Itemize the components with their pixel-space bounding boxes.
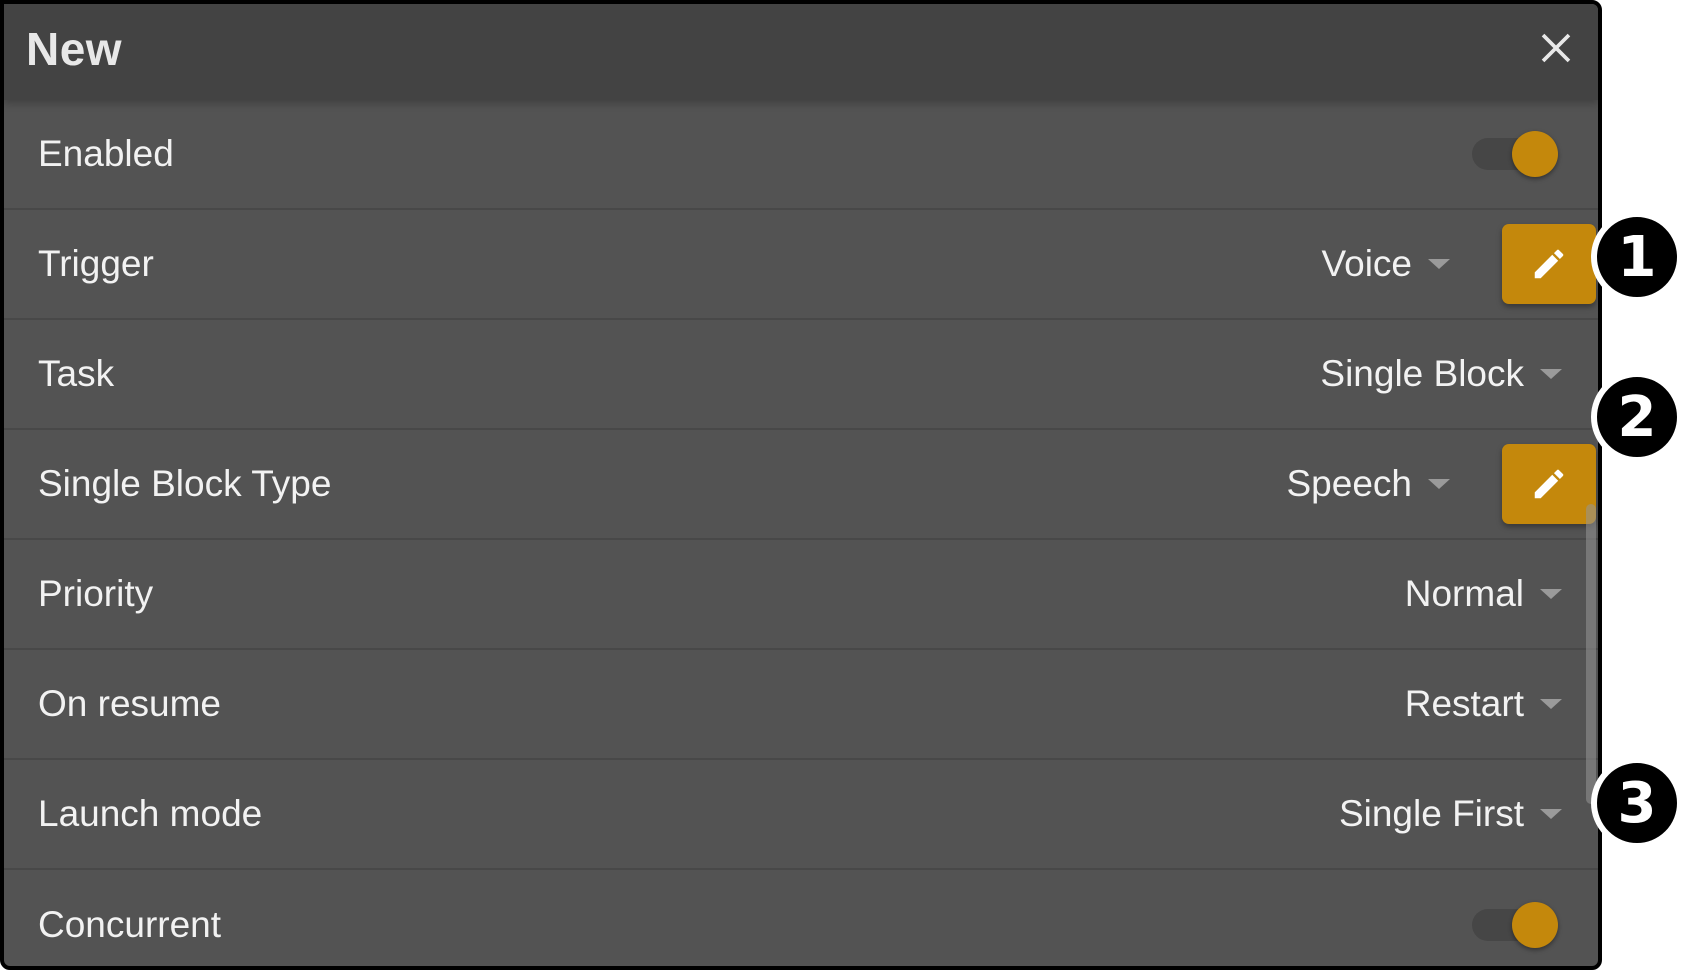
close-icon: [1541, 33, 1571, 63]
on-resume-value: Restart: [1404, 683, 1524, 724]
dialog-header: New: [4, 4, 1598, 100]
row-trigger: Trigger Voice: [4, 210, 1598, 320]
dropdown-arrow-icon: [1540, 369, 1562, 379]
row-priority: Priority Normal: [4, 540, 1598, 650]
trigger-label: Trigger: [38, 243, 154, 284]
callout-1: 1: [1591, 211, 1683, 303]
callout-3: 3: [1591, 757, 1683, 849]
trigger-select[interactable]: Voice: [1321, 243, 1450, 285]
launch-mode-select[interactable]: Single First: [1339, 793, 1562, 835]
priority-select[interactable]: Normal: [1405, 573, 1562, 615]
task-value: Single Block: [1320, 353, 1524, 394]
pencil-icon: [1534, 469, 1564, 499]
task-label: Task: [38, 353, 115, 394]
concurrent-label: Concurrent: [38, 904, 222, 945]
row-on-resume: On resume Restart: [4, 650, 1598, 760]
pencil-icon: [1534, 249, 1564, 279]
dialog-title: New: [26, 23, 123, 75]
row-task: Task Single Block: [4, 320, 1598, 430]
row-launch-mode: Launch mode Single First: [4, 760, 1598, 870]
new-dialog: New Enabled Trigger Voice Task Single Bl…: [0, 0, 1602, 970]
row-single-block-type: Single Block Type Speech: [4, 430, 1598, 540]
close-button[interactable]: [1536, 28, 1576, 68]
scrollbar-thumb[interactable]: [1586, 504, 1596, 804]
priority-label: Priority: [38, 573, 154, 614]
callout-2: 2: [1591, 371, 1683, 463]
settings-list: Enabled Trigger Voice Task Single Block: [4, 100, 1598, 966]
dropdown-arrow-icon: [1428, 479, 1450, 489]
dropdown-arrow-icon: [1540, 589, 1562, 599]
toggle-knob: [1512, 902, 1558, 948]
row-enabled: Enabled: [4, 100, 1598, 210]
single-block-type-select[interactable]: Speech: [1286, 463, 1450, 505]
dropdown-arrow-icon: [1540, 809, 1562, 819]
trigger-edit-button[interactable]: [1502, 224, 1596, 304]
row-concurrent: Concurrent: [4, 870, 1598, 966]
dropdown-arrow-icon: [1540, 699, 1562, 709]
priority-value: Normal: [1404, 573, 1524, 614]
launch-mode-value: Single First: [1338, 793, 1524, 834]
on-resume-select[interactable]: Restart: [1405, 683, 1562, 725]
single-block-type-edit-button[interactable]: [1502, 444, 1596, 524]
single-block-type-value: Speech: [1286, 463, 1413, 504]
enabled-label: Enabled: [38, 133, 174, 174]
toggle-knob: [1512, 131, 1558, 177]
launch-mode-label: Launch mode: [38, 793, 263, 834]
single-block-type-label: Single Block Type: [38, 463, 332, 504]
trigger-value: Voice: [1321, 243, 1412, 284]
task-select[interactable]: Single Block: [1320, 353, 1562, 395]
dropdown-arrow-icon: [1428, 259, 1450, 269]
concurrent-toggle[interactable]: [1472, 902, 1558, 948]
on-resume-label: On resume: [38, 683, 222, 724]
enabled-toggle[interactable]: [1472, 131, 1558, 177]
